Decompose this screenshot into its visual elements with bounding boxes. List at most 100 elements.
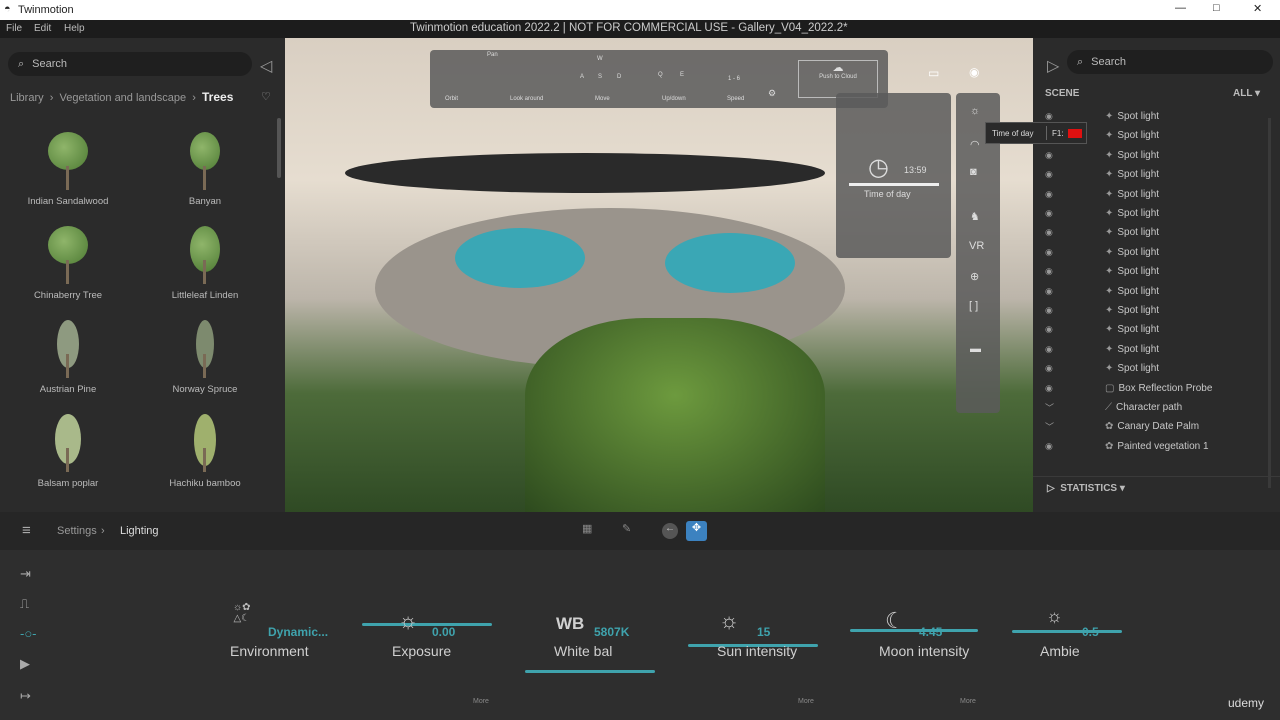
visibility-eye-icon[interactable]: ◉: [1045, 305, 1057, 316]
minimize-button[interactable]: —: [1175, 2, 1186, 14]
export-icon[interactable]: ↦: [20, 688, 42, 704]
more-button[interactable]: More: [473, 698, 489, 705]
ambient-slider[interactable]: [1012, 630, 1122, 633]
camera-icon[interactable]: ◙: [970, 166, 977, 178]
scene-item[interactable]: ◉ ✿ Painted vegetation 1: [1033, 437, 1280, 456]
library-search[interactable]: ⌕ Search: [8, 52, 252, 76]
visibility-eye-icon[interactable]: ◉: [1045, 208, 1057, 219]
more-button[interactable]: More: [960, 698, 976, 705]
tree-item[interactable]: Hachiku bamboo: [145, 414, 265, 489]
walk-icon[interactable]: ♞: [970, 210, 980, 223]
visibility-eye-icon[interactable]: ◉: [1045, 324, 1057, 335]
hamburger-menu-icon[interactable]: ≡: [22, 522, 31, 539]
scene-item[interactable]: ◉ ✦Spot light: [1033, 185, 1280, 204]
tree-item[interactable]: Littleleaf Linden: [145, 226, 265, 301]
settings-slider-icon[interactable]: -○-: [20, 626, 42, 641]
tree-item[interactable]: Norway Spruce: [145, 320, 265, 395]
tree-label: Norway Spruce: [172, 384, 238, 395]
visibility-eye-icon[interactable]: ﹀: [1045, 401, 1057, 414]
import-icon[interactable]: ⇥: [20, 566, 42, 582]
scene-item-label: Spot light: [1117, 246, 1160, 258]
scene-search[interactable]: ⌕ Search: [1067, 50, 1273, 74]
visibility-eye-icon[interactable]: ◉: [1045, 344, 1057, 355]
tree-item[interactable]: Austrian Pine: [8, 320, 128, 395]
3d-viewport[interactable]: Orbit Pan Look around Move Up/down Speed…: [285, 38, 1033, 512]
settings-gear-icon[interactable]: ⚙: [768, 88, 776, 99]
scrollbar[interactable]: [277, 118, 281, 178]
scene-item[interactable]: ◉ ✦Spot light: [1033, 320, 1280, 339]
scene-item[interactable]: ◉ ✦Spot light: [1033, 282, 1280, 301]
visibility-eye-icon[interactable]: ◉: [1045, 383, 1057, 394]
view-eye-icon[interactable]: ◉: [969, 65, 979, 79]
scene-item[interactable]: ﹀ ✿ Canary Date Palm: [1033, 417, 1280, 436]
tree-item[interactable]: Chinaberry Tree: [8, 226, 128, 301]
visibility-eye-icon[interactable]: ◉: [1045, 111, 1057, 122]
move-tool-icon[interactable]: ✥: [686, 521, 707, 541]
visibility-eye-icon[interactable]: ◉: [1045, 286, 1057, 297]
vr-button[interactable]: VR: [969, 240, 984, 252]
visibility-eye-icon[interactable]: ◉: [1045, 189, 1057, 200]
more-button[interactable]: More: [798, 698, 814, 705]
tree-item[interactable]: Banyan: [145, 132, 265, 207]
visibility-eye-icon[interactable]: ◉: [1045, 266, 1057, 277]
layout-toggle-icon[interactable]: ▭: [928, 66, 939, 80]
menu-help[interactable]: Help: [64, 23, 85, 34]
battery-icon[interactable]: ▬: [970, 343, 981, 355]
collapse-right-icon[interactable]: ▷: [1047, 56, 1059, 76]
visibility-eye-icon[interactable]: ◉: [1045, 150, 1057, 161]
moon-intensity-slider[interactable]: [850, 629, 978, 632]
weather-icon[interactable]: ◠: [970, 138, 980, 151]
navigation-help-panel: Orbit Pan Look around Move Up/down Speed…: [430, 50, 888, 108]
scene-item[interactable]: ◉ ▢ Box Reflection Probe: [1033, 379, 1280, 398]
scene-item[interactable]: ◉ ✦Spot light: [1033, 204, 1280, 223]
scene-item-label: Spot light: [1117, 208, 1160, 219]
item-type-icon: ✦: [1105, 246, 1114, 258]
collapse-left-icon[interactable]: ◁: [260, 56, 272, 76]
scene-scrollbar[interactable]: [1268, 118, 1271, 488]
scene-item[interactable]: ◉ ✦Spot light: [1033, 243, 1280, 262]
visibility-eye-icon[interactable]: ◉: [1045, 169, 1057, 180]
frame-icon[interactable]: [ ]: [969, 300, 978, 312]
visibility-eye-icon[interactable]: ◉: [1045, 247, 1057, 258]
scene-item[interactable]: ﹀ ⟋ Character path: [1033, 398, 1280, 417]
maximize-button[interactable]: □: [1213, 2, 1220, 14]
close-button[interactable]: ✕: [1253, 2, 1262, 15]
scene-filter-dropdown[interactable]: ALL ▾: [1233, 88, 1260, 99]
wb-icon: WB: [556, 614, 585, 633]
scene-item[interactable]: ◉ ✦Spot light: [1033, 146, 1280, 165]
scene-item[interactable]: ◉ ✦Spot light: [1033, 223, 1280, 242]
scene-item-label: Box Reflection Probe: [1118, 382, 1213, 394]
scene-item[interactable]: ◉ ✦Spot light: [1033, 359, 1280, 378]
visibility-eye-icon[interactable]: ◉: [1045, 363, 1057, 374]
menu-edit[interactable]: Edit: [34, 23, 51, 34]
sun-icon[interactable]: ☼: [970, 105, 980, 117]
menu-file[interactable]: File: [6, 23, 22, 34]
media-icon[interactable]: ▶: [20, 656, 42, 672]
grid-icon[interactable]: ▦: [582, 522, 592, 535]
back-icon[interactable]: ←: [662, 523, 678, 539]
time-slider[interactable]: [849, 183, 939, 186]
context-icon[interactable]: ⎍: [20, 596, 42, 612]
statistics-toggle[interactable]: ▷ STATISTICS ▾: [1047, 483, 1125, 494]
moon-intensity-label: Moon intensity: [879, 643, 970, 659]
scene-item[interactable]: ◉ ✦Spot light: [1033, 262, 1280, 281]
favorite-icon[interactable]: ♡: [261, 90, 271, 103]
tree-item[interactable]: Balsam poplar: [8, 414, 128, 489]
breadcrumb-settings[interactable]: Settings: [57, 525, 97, 537]
visibility-eye-icon[interactable]: ◉: [1045, 227, 1057, 238]
visibility-eye-icon[interactable]: ◉: [1045, 441, 1057, 452]
white-balance-value: 5807K: [594, 625, 630, 639]
exposure-slider[interactable]: [362, 623, 492, 626]
scene-item[interactable]: ◉ ✦Spot light: [1033, 301, 1280, 320]
tree-item[interactable]: Indian Sandalwood: [8, 132, 128, 207]
visibility-eye-icon[interactable]: ﹀: [1045, 420, 1057, 433]
filter-value: ALL: [1233, 88, 1253, 99]
moon-intensity-value: 4.45: [919, 625, 943, 639]
eyedropper-icon[interactable]: ✎: [622, 522, 631, 535]
breadcrumb-library[interactable]: Library: [10, 92, 44, 104]
breadcrumb-vegetation[interactable]: Vegetation and landscape: [60, 92, 187, 104]
globe-icon[interactable]: ⊕: [970, 270, 979, 283]
white-balance-slider[interactable]: [525, 670, 655, 673]
scene-item[interactable]: ◉ ✦Spot light: [1033, 165, 1280, 184]
scene-item[interactable]: ◉ ✦Spot light: [1033, 340, 1280, 359]
